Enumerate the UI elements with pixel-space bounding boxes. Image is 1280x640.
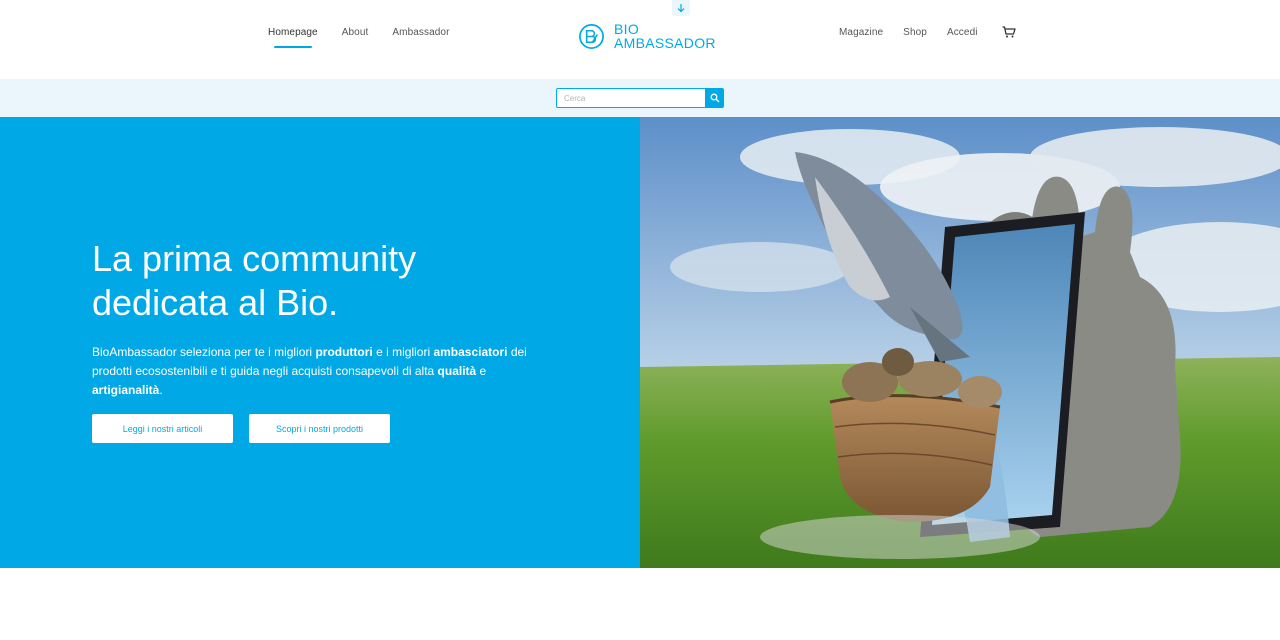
highlight-artigianalita: artigianalità [92, 383, 160, 397]
nav-magazine[interactable]: Magazine [839, 27, 883, 38]
site-logo[interactable]: BIO AMBASSADOR [578, 22, 716, 50]
hero-image [640, 117, 1280, 568]
main-nav-right: Magazine Shop Accedi [839, 25, 1016, 38]
bioambassador-logo-icon [579, 23, 604, 49]
highlight-produttori: produttori [315, 345, 373, 359]
main-nav-left: Homepage About Ambassador [268, 27, 450, 48]
search-icon [710, 93, 719, 103]
hero-title-line1: La prima community [92, 238, 417, 279]
logo-text-bio: BIO [614, 21, 640, 37]
site-header: Homepage About Ambassador BIO AMBASSADOR… [0, 0, 1280, 79]
hero-section: La prima community dedicata al Bio. BioA… [0, 117, 640, 568]
nav-ambassador[interactable]: Ambassador [392, 27, 449, 38]
nav-about[interactable]: About [342, 27, 369, 38]
logo-text-ambassador: AMBASSADOR [614, 35, 716, 51]
read-articles-button[interactable]: Leggi i nostri articoli [92, 414, 233, 443]
arrow-down-icon [677, 4, 685, 13]
scroll-down-button[interactable] [672, 0, 690, 16]
hero-illustration [640, 117, 1280, 568]
nav-accedi[interactable]: Accedi [947, 27, 978, 38]
search-band [0, 79, 1280, 117]
nav-homepage[interactable]: Homepage [268, 27, 318, 48]
cart-icon[interactable] [1002, 25, 1016, 38]
hero-title-line2: dedicata al Bio. [92, 282, 339, 323]
hero-description: BioAmbassador seleziona per te i miglior… [92, 345, 527, 397]
discover-products-button[interactable]: Scopri i nostri prodotti [249, 414, 390, 443]
search-input[interactable] [556, 88, 706, 108]
highlight-qualita: qualità [437, 364, 477, 378]
hero-title: La prima community dedicata al Bio. [92, 237, 532, 325]
nav-shop[interactable]: Shop [903, 27, 927, 38]
search-button[interactable] [705, 88, 724, 108]
highlight-ambasciatori: ambasciatori [433, 345, 508, 359]
